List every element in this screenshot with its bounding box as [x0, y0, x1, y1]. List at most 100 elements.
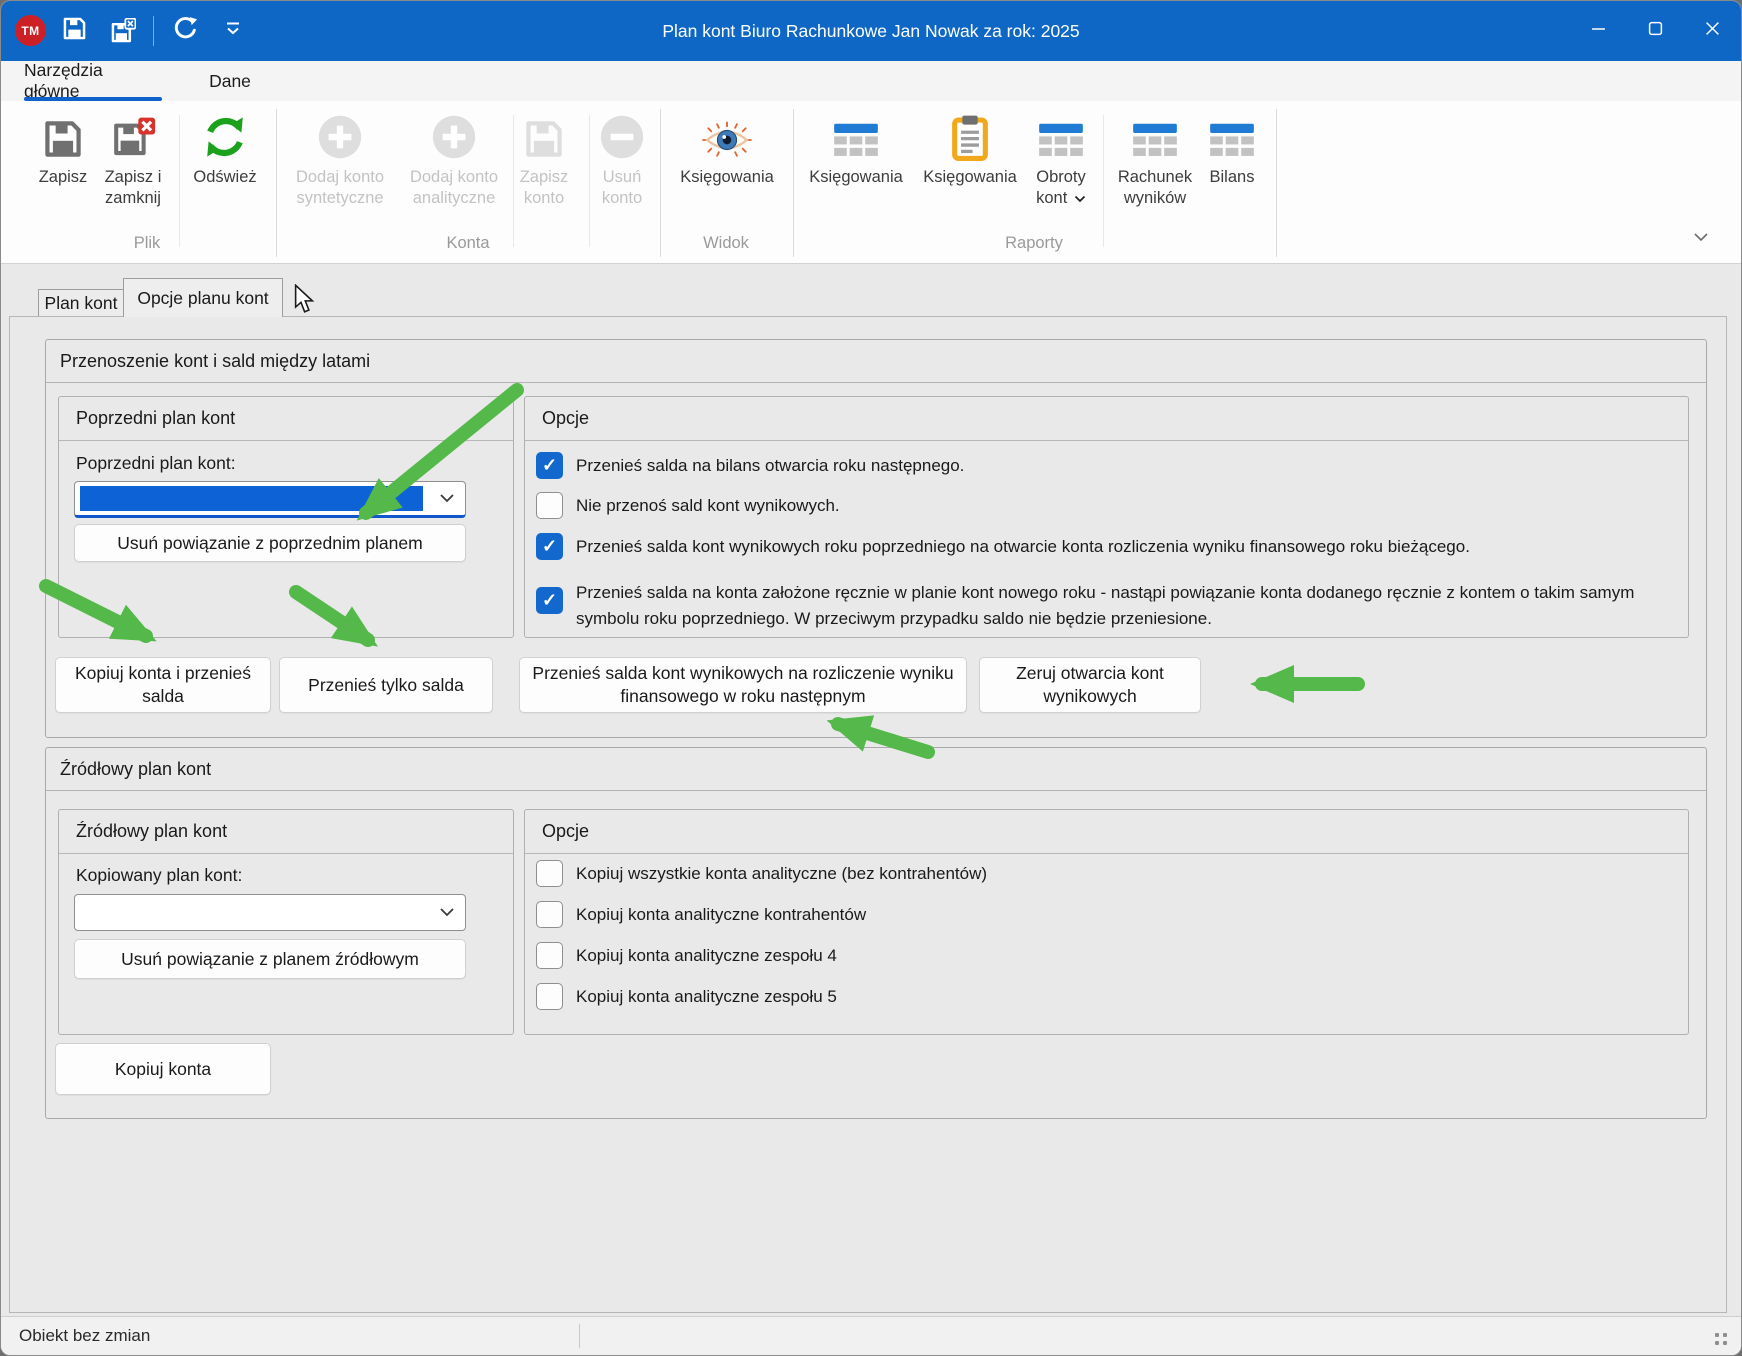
ribbon-separator: [589, 115, 590, 247]
checkbox-kopiuj-analityczne-kontrahentow[interactable]: Kopiuj konta analityczne kontrahentów: [536, 901, 866, 928]
statusbar: Obiekt bez zmian: [1, 1316, 1741, 1355]
checkbox-unchecked-icon: [536, 942, 563, 969]
maximize-icon: [1648, 21, 1663, 41]
remove-circle-icon: [598, 107, 646, 161]
ribbon-button-obroty-kont[interactable]: Obroty kont: [1021, 107, 1101, 235]
table-icon: [1132, 107, 1178, 161]
minimize-icon: [1591, 21, 1606, 41]
copied-plan-combobox[interactable]: [74, 894, 466, 931]
clipboard-icon: [950, 107, 990, 161]
ribbon-group-label-plik: Plik: [134, 234, 161, 253]
quick-save-close-button[interactable]: [105, 14, 139, 48]
chevron-down-icon: [439, 904, 455, 922]
statusbar-divider: [579, 1324, 580, 1348]
close-button[interactable]: [1684, 1, 1741, 61]
checkbox-kopiuj-analityczne-zespolu-5[interactable]: Kopiuj konta analityczne zespołu 5: [536, 983, 837, 1010]
ribbon-group-divider: [793, 109, 794, 257]
panel-title: Opcje: [525, 810, 1688, 854]
ribbon-button-ksiegowania-raport[interactable]: Księgowania: [798, 107, 914, 235]
checkbox-unchecked-icon: [536, 860, 563, 887]
refresh-icon: [171, 14, 200, 48]
checkbox-przenies-salda-bilans[interactable]: ✓ Przenieś salda na bilans otwarcia roku…: [536, 452, 964, 479]
save-close-icon: [110, 107, 156, 161]
panel-title: Opcje: [525, 397, 1688, 441]
minimize-button[interactable]: [1570, 1, 1627, 61]
checkbox-unchecked-icon: [536, 492, 563, 519]
ribbon-button-ksiegowania-clipboard[interactable]: Księgowania: [915, 107, 1025, 235]
combobox-selection: [80, 486, 423, 511]
ribbon-group-divider: [276, 109, 277, 257]
add-circle-icon: [316, 107, 364, 161]
ribbon-button-usun-konto: Usuń konto: [591, 107, 653, 235]
unlink-source-plan-button[interactable]: Usuń powiązanie z planem źródłowym: [74, 939, 466, 979]
previous-plan-combobox[interactable]: [74, 481, 466, 518]
previous-plan-combo-label: Poprzedni plan kont:: [76, 453, 236, 474]
customize-toolbar-button[interactable]: [216, 14, 250, 48]
ribbon-button-ksiegowania-widok[interactable]: Księgowania: [665, 107, 789, 235]
maximize-button[interactable]: [1627, 1, 1684, 61]
ribbon-separator: [179, 115, 180, 247]
checkbox-kopiuj-wszystkie-analityczne[interactable]: Kopiuj wszystkie konta analityczne (bez …: [536, 860, 987, 887]
ribbon-group-divider: [660, 109, 661, 257]
quick-save-button[interactable]: [57, 14, 91, 48]
checkbox-checked-icon: ✓: [536, 452, 563, 479]
ribbon-button-dodaj-konto-syntetyczne: Dodaj konto syntetyczne: [282, 107, 398, 235]
ribbon-separator: [513, 115, 514, 247]
ribbon-group-label-raporty: Raporty: [1005, 234, 1063, 253]
tab-plan-kont[interactable]: Plan kont: [38, 289, 124, 317]
quick-refresh-button[interactable]: [168, 14, 202, 48]
checkbox-unchecked-icon: [536, 901, 563, 928]
refresh-icon: [201, 107, 249, 161]
copy-accounts-button[interactable]: Kopiuj konta: [55, 1043, 271, 1095]
app-logo: TM: [15, 15, 46, 46]
ribbon: Zapisz Zapisz i zamknij Odśwież Dodaj ko…: [1, 101, 1741, 264]
unlink-previous-plan-button[interactable]: Usuń powiązanie z poprzednim planem: [74, 524, 466, 562]
ribbon-tab-row: Narzędzia główne Dane: [1, 61, 1741, 101]
chevron-down-icon: [439, 490, 455, 508]
checkbox-przenies-salda-wynikowych[interactable]: ✓ Przenieś salda kont wynikowych roku po…: [536, 533, 1470, 560]
window-title: Plan kont Biuro Rachunkowe Jan Nowak za …: [1, 1, 1741, 61]
quick-access-toolbar: [57, 1, 250, 61]
copy-accounts-and-balances-button[interactable]: Kopiuj konta i przenieś salda: [55, 657, 271, 713]
checkbox-kopiuj-analityczne-zespolu-4[interactable]: Kopiuj konta analityczne zespołu 4: [536, 942, 837, 969]
status-message: Obiekt bez zmian: [19, 1317, 150, 1355]
ribbon-button-rachunek-wynikow[interactable]: Rachunek wyników: [1102, 107, 1208, 235]
table-icon: [833, 107, 879, 161]
customize-toolbar-icon: [223, 20, 243, 43]
screen: TM Plan: [0, 0, 1742, 1356]
eye-icon: [699, 107, 755, 161]
checkbox-checked-icon: ✓: [536, 533, 563, 560]
save-icon: [522, 107, 566, 161]
ribbon-button-zapisz[interactable]: Zapisz: [28, 107, 98, 235]
ribbon-button-zapisz-i-zamknij[interactable]: Zapisz i zamknij: [90, 107, 176, 235]
add-circle-icon: [430, 107, 478, 161]
checkbox-przenies-salda-reczne[interactable]: ✓ Przenieś salda na konta założone ręczn…: [536, 579, 1676, 633]
ribbon-button-dodaj-konto-analityczne: Dodaj konto analityczne: [398, 107, 510, 235]
save-icon: [41, 107, 85, 161]
transfer-result-balances-button[interactable]: Przenieś salda kont wynikowych na rozlic…: [519, 657, 967, 713]
checkbox-unchecked-icon: [536, 983, 563, 1010]
checkbox-checked-icon: ✓: [536, 587, 563, 614]
table-icon: [1038, 107, 1084, 161]
ribbon-button-odswiez[interactable]: Odśwież: [181, 107, 269, 235]
copied-plan-combo-label: Kopiowany plan kont:: [76, 865, 242, 886]
titlebar: TM Plan: [1, 1, 1741, 61]
ribbon-group-label-widok: Widok: [703, 234, 749, 253]
ribbon-button-zapisz-konto: Zapisz konto: [511, 107, 577, 235]
ribbon-group-label-konta: Konta: [446, 234, 489, 253]
ribbon-tab-dane[interactable]: Dane: [201, 61, 259, 101]
tab-opcje-planu-kont[interactable]: Opcje planu kont: [123, 278, 283, 317]
transfer-only-balances-button[interactable]: Przenieś tylko salda: [279, 657, 493, 713]
toolbar-divider: [153, 16, 154, 46]
zero-openings-button[interactable]: Zeruj otwarcia kont wynikowych: [979, 657, 1201, 713]
ribbon-tab-narzedzia-glowne[interactable]: Narzędzia główne: [24, 61, 162, 101]
panel-title: Poprzedni plan kont: [59, 397, 513, 441]
ribbon-collapse-button[interactable]: [1693, 229, 1709, 247]
ribbon-button-bilans[interactable]: Bilans: [1200, 107, 1264, 235]
panel-title: Źródłowy plan kont: [59, 810, 513, 854]
save-close-icon: [109, 18, 136, 45]
window-controls: [1570, 1, 1741, 61]
ribbon-separator: [1103, 115, 1104, 247]
resize-grip[interactable]: [1713, 1331, 1729, 1347]
checkbox-nie-przenos-sald[interactable]: Nie przenoś sald kont wynikowych.: [536, 492, 840, 519]
